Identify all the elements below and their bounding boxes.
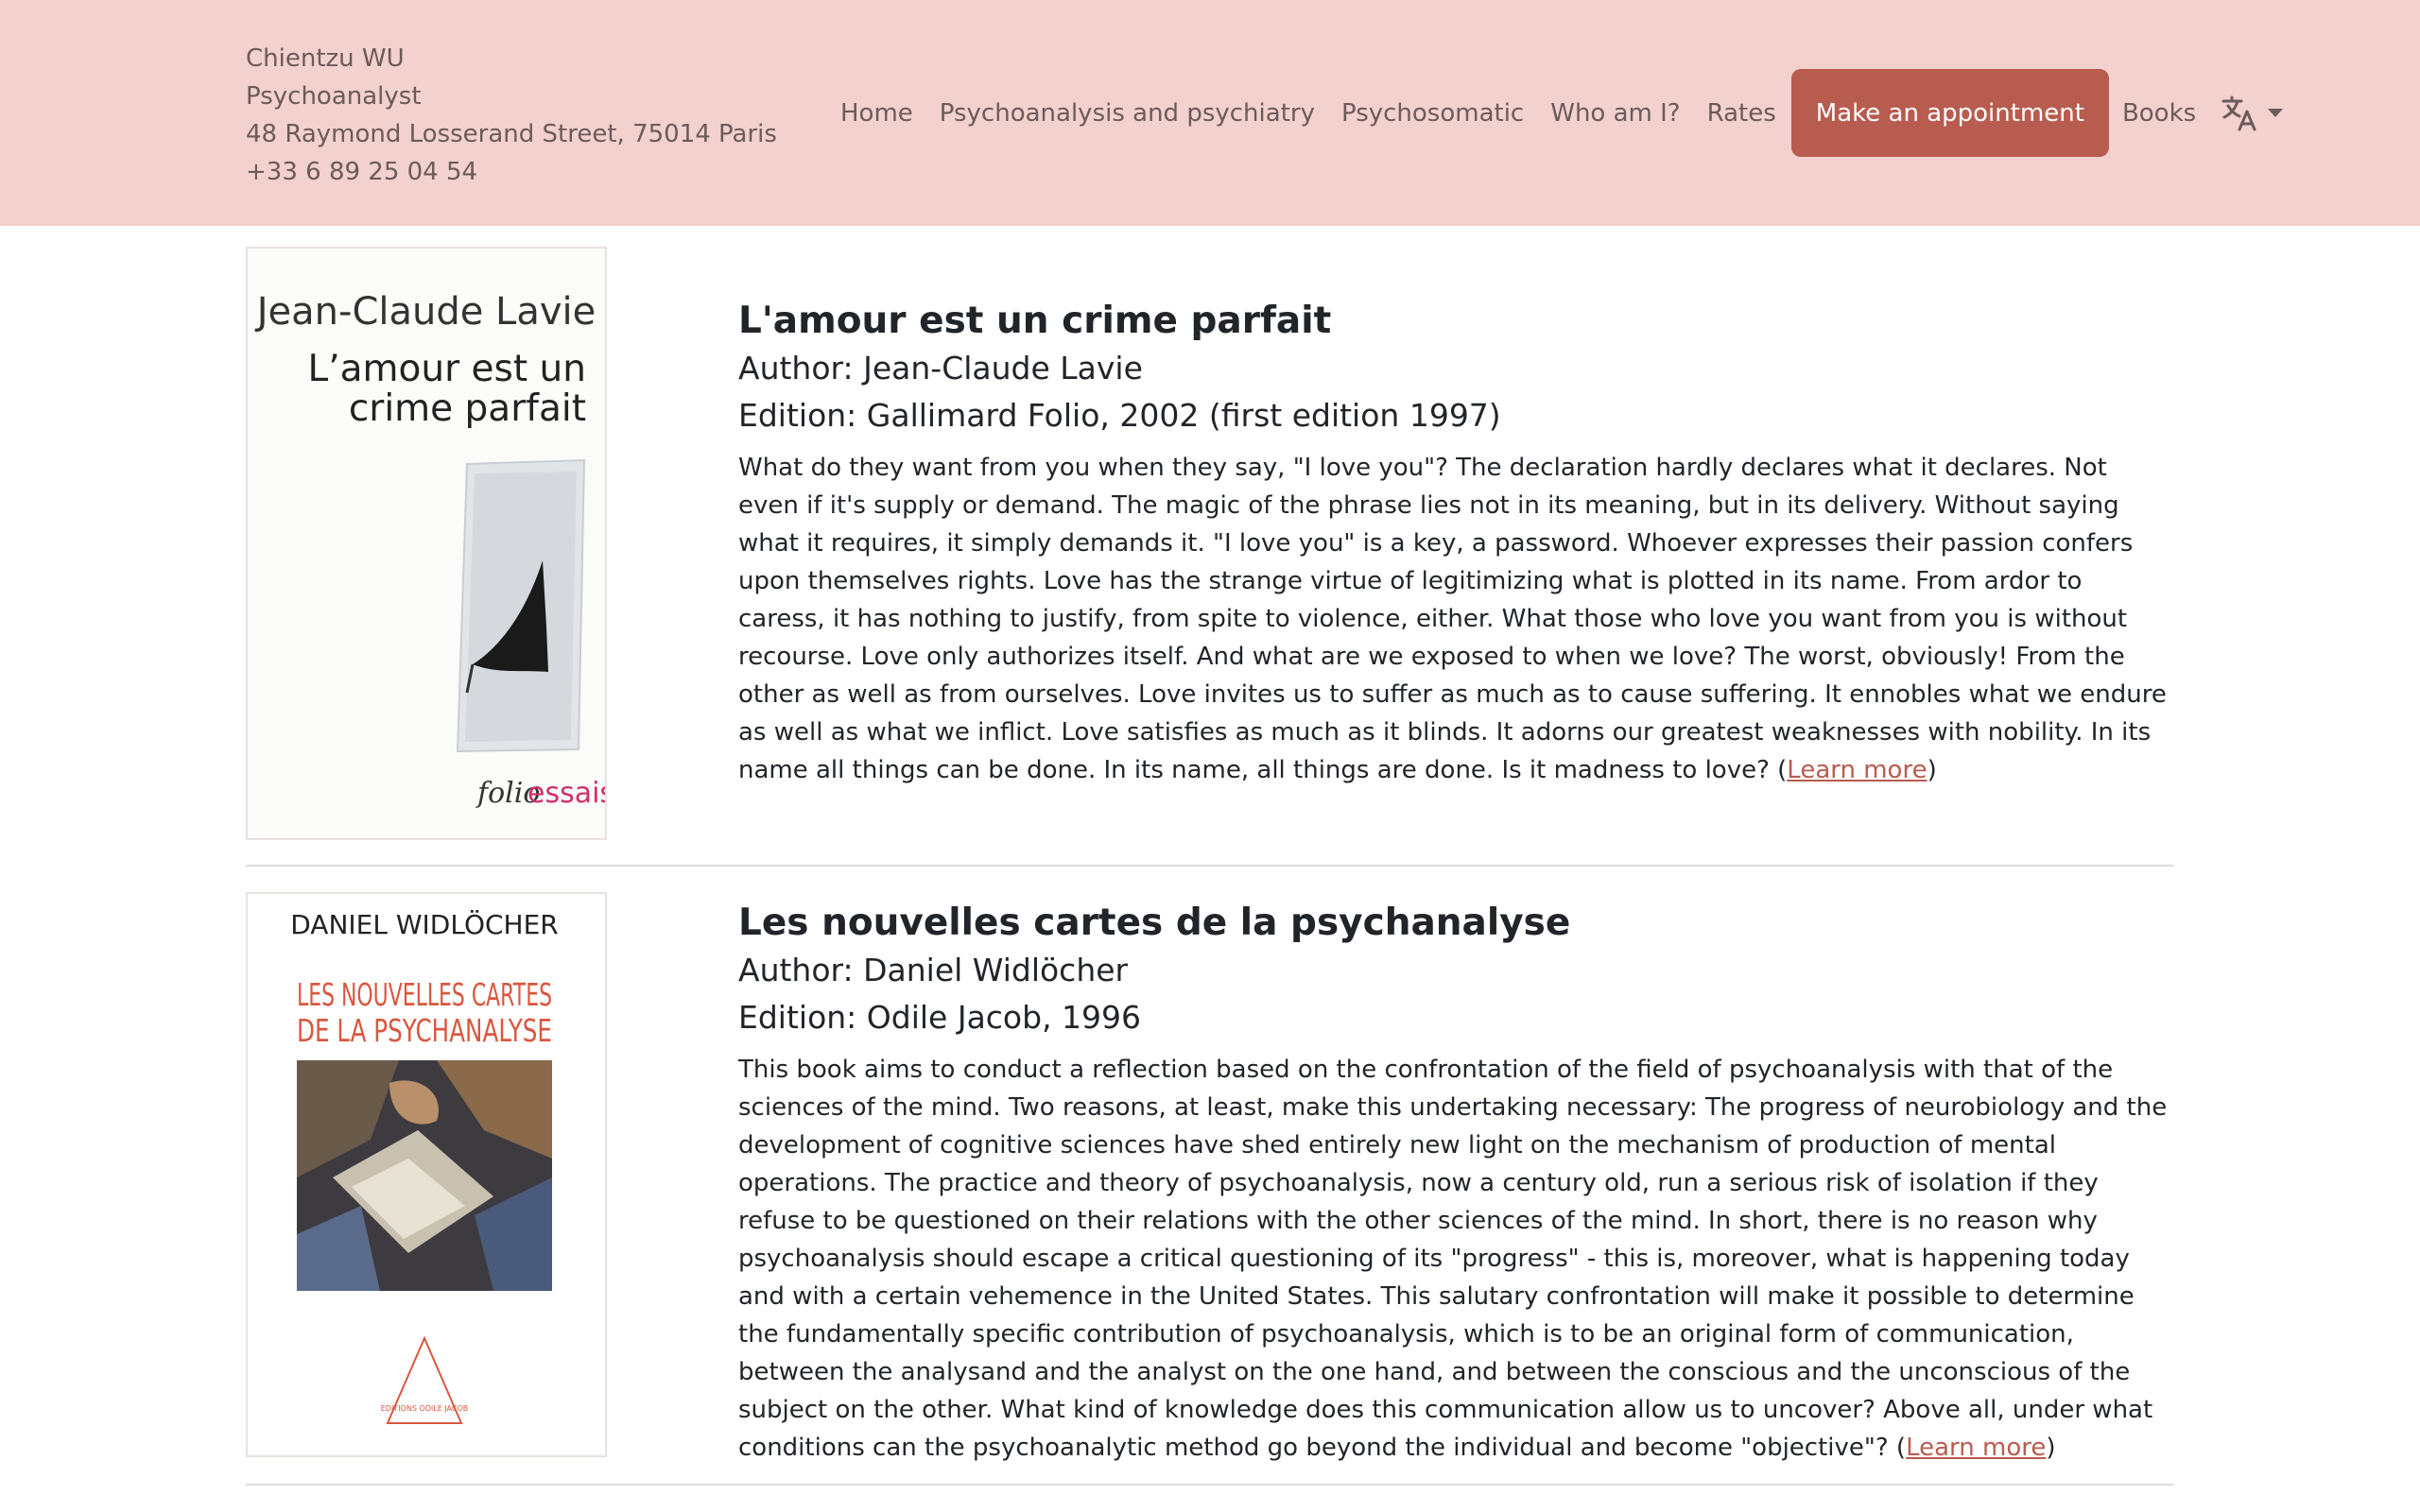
practice-phone[interactable]: +33 6 89 25 04 54 <box>246 153 777 191</box>
site-header: Chientzu WU Psychoanalyst 48 Raymond Los… <box>0 0 2420 226</box>
divider <box>246 1484 2174 1486</box>
cover-title-line2: DE LA PSYCHANALYSE <box>297 1012 552 1049</box>
cover-publisher-essais: essais <box>527 777 605 810</box>
practice-address: 48 Raymond Losserand Street, 75014 Paris <box>246 120 777 148</box>
nav-home[interactable]: Home <box>827 99 926 128</box>
learn-more-link[interactable]: Learn more <box>1906 1434 2046 1462</box>
cover-title-line1: L’amour est un <box>308 348 586 390</box>
closing-paren: ) <box>2046 1434 2056 1462</box>
book-cover-art: Jean-Claude Lavie L’amour est un crime p… <box>248 249 614 838</box>
nav-books[interactable]: Books <box>2109 99 2209 128</box>
nav-psychosomatic[interactable]: Psychosomatic <box>1328 99 1537 128</box>
cover-author: Jean-Claude Lavie <box>254 290 596 334</box>
nav-rates[interactable]: Rates <box>1694 99 1789 128</box>
book-cover[interactable]: DANIEL WIDLÖCHER LES NOUVELLES CARTES DE… <box>246 892 607 1457</box>
book-title: Les nouvelles cartes de la psychanalyse <box>738 902 1571 944</box>
book-info: Les nouvelles cartes de la psychanalyse … <box>738 900 2174 1467</box>
translate-icon <box>2221 95 2256 130</box>
book-description-text: This book aims to conduct a reflection b… <box>738 1056 2168 1462</box>
practitioner-name: Chientzu WU <box>246 44 405 73</box>
book-cover[interactable]: Jean-Claude Lavie L’amour est un crime p… <box>246 247 614 840</box>
book-author: Author: Jean-Claude Lavie <box>738 350 1143 387</box>
main-nav: Home Psychoanalysis and psychiatry Psych… <box>827 69 2284 157</box>
divider <box>246 865 2174 867</box>
book-author: Author: Daniel Widlöcher <box>738 952 1129 988</box>
nav-who-am-i[interactable]: Who am I? <box>1537 99 1693 128</box>
learn-more-link[interactable]: Learn more <box>1787 756 1927 784</box>
cover-publisher: EDITIONS ODILE JACOB <box>381 1404 469 1413</box>
chevron-down-icon <box>2268 109 2284 117</box>
contact-block: Chientzu WU Psychoanalyst 48 Raymond Los… <box>246 40 777 191</box>
cover-title-line2: crime parfait <box>349 387 586 430</box>
practitioner-role: Psychoanalyst <box>246 82 422 111</box>
cover-title-line1: LES NOUVELLES CARTES <box>297 976 552 1013</box>
make-appointment-button[interactable]: Make an appointment <box>1790 69 2109 157</box>
language-dropdown[interactable] <box>2221 94 2284 132</box>
book-info: L'amour est un crime parfait Author: Jea… <box>738 298 2174 789</box>
book-title: L'amour est un crime parfait <box>738 300 1332 342</box>
book-description-text: What do they want from you when they say… <box>738 454 2167 784</box>
cover-author: DANIEL WIDLÖCHER <box>290 908 559 940</box>
book-cover-art: DANIEL WIDLÖCHER LES NOUVELLES CARTES DE… <box>248 894 605 1455</box>
closing-paren: ) <box>1927 756 1937 784</box>
book-description: What do they want from you when they say… <box>738 449 2174 789</box>
book-description: This book aims to conduct a reflection b… <box>738 1051 2174 1467</box>
nav-psychoanalysis[interactable]: Psychoanalysis and psychiatry <box>926 99 1328 128</box>
book-edition: Edition: Gallimard Folio, 2002 (first ed… <box>738 397 1501 434</box>
book-edition: Edition: Odile Jacob, 1996 <box>738 999 1142 1036</box>
